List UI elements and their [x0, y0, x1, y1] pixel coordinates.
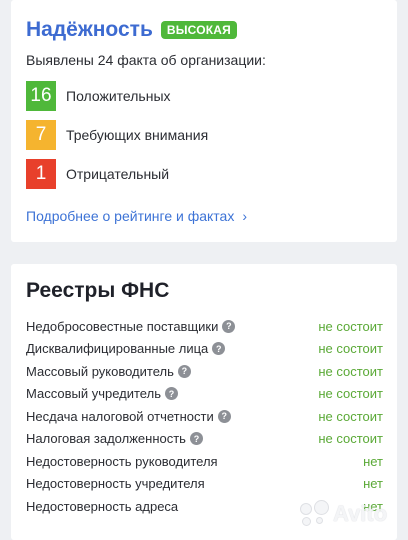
- fns-registries-card: Реестры ФНС Недобросовестные поставщики?…: [11, 264, 397, 540]
- reliability-title: Надёжность: [26, 18, 153, 41]
- registry-row: Налоговая задолженность? не состоит: [26, 430, 383, 448]
- registry-label: Налоговая задолженность: [26, 431, 186, 446]
- registry-label: Дисквалифицированные лица: [26, 341, 209, 356]
- registry-label: Недостоверность учредителя: [26, 476, 205, 491]
- fact-row-attention[interactable]: 7 Требующих внимания: [26, 120, 208, 150]
- fact-count: 1: [26, 159, 56, 189]
- registry-status: не состоит: [318, 341, 383, 356]
- registry-status: нет: [363, 453, 383, 469]
- rating-details-label: Подробнее о рейтинге и фактах: [26, 208, 235, 224]
- avito-logo-icon: [300, 500, 330, 528]
- registry-label: Недостоверность руководителя: [26, 453, 218, 469]
- registry-label: Массовый учредитель: [26, 386, 161, 401]
- registry-status: не состоит: [318, 386, 383, 401]
- registry-status: не состоит: [318, 431, 383, 446]
- registry-label: Массовый руководитель: [26, 363, 174, 379]
- registry-row: Массовый руководитель? не состоит: [26, 362, 383, 380]
- registry-row: Недостоверность руководителя нет: [26, 452, 383, 470]
- fact-row-positive[interactable]: 16 Положительных: [26, 81, 171, 111]
- help-icon[interactable]: ?: [189, 432, 203, 445]
- registry-row: Дисквалифицированные лица? не состоит: [26, 340, 383, 358]
- reliability-badge: ВЫСОКАЯ: [160, 21, 237, 39]
- fns-title: Реестры ФНС: [26, 279, 170, 302]
- fact-count: 7: [26, 120, 56, 150]
- registry-label: Несдача налоговой отчетности: [26, 408, 214, 424]
- registry-row: Недобросовестные поставщики? не состоит: [26, 317, 383, 335]
- help-icon[interactable]: ?: [164, 387, 178, 400]
- rating-details-link[interactable]: Подробнее о рейтинге и фактах ›: [26, 208, 247, 224]
- fact-row-negative[interactable]: 1 Отрицательный: [26, 159, 169, 189]
- reliability-card: Надёжность ВЫСОКАЯ Выявлены 24 факта об …: [11, 0, 397, 242]
- fact-count: 16: [26, 81, 56, 111]
- registry-row: Несдача налоговой отчетности? не состоит: [26, 407, 383, 425]
- registry-label: Недостоверность адреса: [26, 498, 179, 514]
- registry-status: не состоит: [318, 408, 383, 424]
- fact-label: Отрицательный: [66, 166, 170, 182]
- help-icon[interactable]: ?: [217, 409, 231, 423]
- help-icon[interactable]: ?: [177, 364, 191, 378]
- registry-status: нет: [363, 476, 383, 491]
- registry-status: не состоит: [318, 363, 383, 379]
- registry-row: Недостоверность учредителя нет: [26, 475, 383, 493]
- registry-status: не состоит: [318, 318, 383, 334]
- fact-label: Положительных: [66, 88, 171, 104]
- reliability-header: Надёжность ВЫСОКАЯ: [26, 18, 237, 42]
- avito-watermark: Avito: [300, 500, 387, 528]
- registry-row: Массовый учредитель? не состоит: [26, 385, 383, 403]
- facts-summary: Выявлены 24 факта об организации:: [26, 52, 266, 68]
- registry-label: Недобросовестные поставщики: [26, 318, 219, 334]
- chevron-right-icon: ›: [242, 208, 248, 224]
- help-icon[interactable]: ?: [222, 319, 236, 333]
- watermark-text: Avito: [333, 501, 388, 526]
- fact-label: Требующих внимания: [66, 127, 209, 143]
- help-icon[interactable]: ?: [212, 342, 226, 355]
